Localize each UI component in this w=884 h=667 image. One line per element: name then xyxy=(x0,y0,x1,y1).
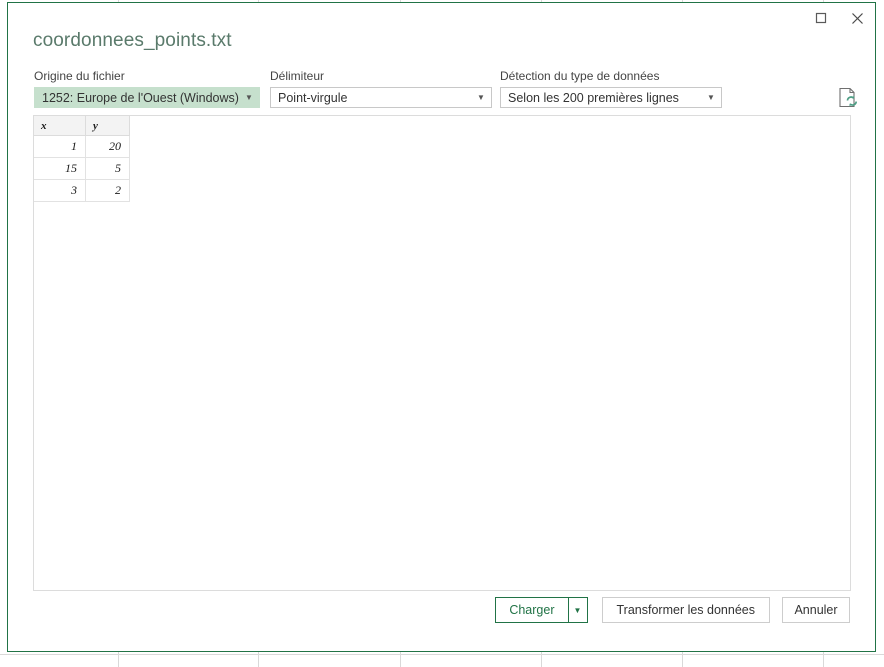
load-split-button: Charger ▼ xyxy=(495,597,588,623)
data-type-detection-value: Selon les 200 premières lignes xyxy=(508,90,679,105)
table-header-row: x y xyxy=(34,116,130,136)
import-preview-dialog: coordonnees_points.txt Origine du fichie… xyxy=(7,2,876,652)
cell-x: 15 xyxy=(34,157,86,180)
load-dropdown-arrow-button[interactable]: ▼ xyxy=(567,597,588,623)
maximize-button[interactable] xyxy=(803,3,839,33)
preview-table: x y 1 20 15 5 3 2 xyxy=(34,116,130,202)
cell-y: 5 xyxy=(85,157,130,180)
column-header-x[interactable]: x xyxy=(34,116,86,136)
file-origin-label: Origine du fichier xyxy=(34,69,125,83)
cell-y: 20 xyxy=(85,135,130,158)
document-refresh-icon[interactable] xyxy=(838,87,858,109)
cell-x: 1 xyxy=(34,135,86,158)
file-origin-value: 1252: Europe de l'Ouest (Windows) xyxy=(42,90,239,105)
load-button[interactable]: Charger xyxy=(495,597,568,623)
cell-x: 3 xyxy=(34,179,86,202)
file-origin-group: Origine du fichier 1252: Europe de l'Oue… xyxy=(34,69,260,108)
maximize-icon xyxy=(815,12,827,24)
delimiter-dropdown[interactable]: Point-virgule ▼ xyxy=(270,87,492,108)
close-button[interactable] xyxy=(839,3,875,33)
cancel-button[interactable]: Annuler xyxy=(782,597,850,623)
delimiter-label: Délimiteur xyxy=(270,69,325,83)
data-type-detection-label: Détection du type de données xyxy=(500,69,660,83)
delimiter-group: Délimiteur Point-virgule ▼ xyxy=(270,69,492,108)
file-origin-dropdown[interactable]: 1252: Europe de l'Ouest (Windows) ▼ xyxy=(34,87,260,108)
chevron-down-icon: ▼ xyxy=(707,93,715,102)
table-row: 3 2 xyxy=(34,179,130,202)
chevron-down-icon: ▼ xyxy=(477,93,485,102)
column-header-y[interactable]: y xyxy=(85,116,130,136)
table-row: 15 5 xyxy=(34,157,130,180)
cell-y: 2 xyxy=(85,179,130,202)
data-type-detection-dropdown[interactable]: Selon les 200 premières lignes ▼ xyxy=(500,87,722,108)
document-refresh-glyph xyxy=(839,87,858,108)
dialog-footer: Charger ▼ Transformer les données Annule… xyxy=(495,597,850,623)
delimiter-value: Point-virgule xyxy=(278,90,348,105)
window-caption-bar xyxy=(803,3,875,35)
chevron-down-icon: ▼ xyxy=(245,93,253,102)
close-icon xyxy=(851,12,863,24)
table-row: 1 20 xyxy=(34,135,130,158)
data-type-detection-group: Détection du type de données Selon les 2… xyxy=(500,69,722,108)
chevron-down-icon: ▼ xyxy=(573,605,582,615)
dialog-title: coordonnees_points.txt xyxy=(33,30,232,51)
transform-data-button[interactable]: Transformer les données xyxy=(601,597,770,623)
worksheet-gridline xyxy=(0,654,884,655)
data-preview-pane[interactable]: x y 1 20 15 5 3 2 xyxy=(33,115,851,591)
